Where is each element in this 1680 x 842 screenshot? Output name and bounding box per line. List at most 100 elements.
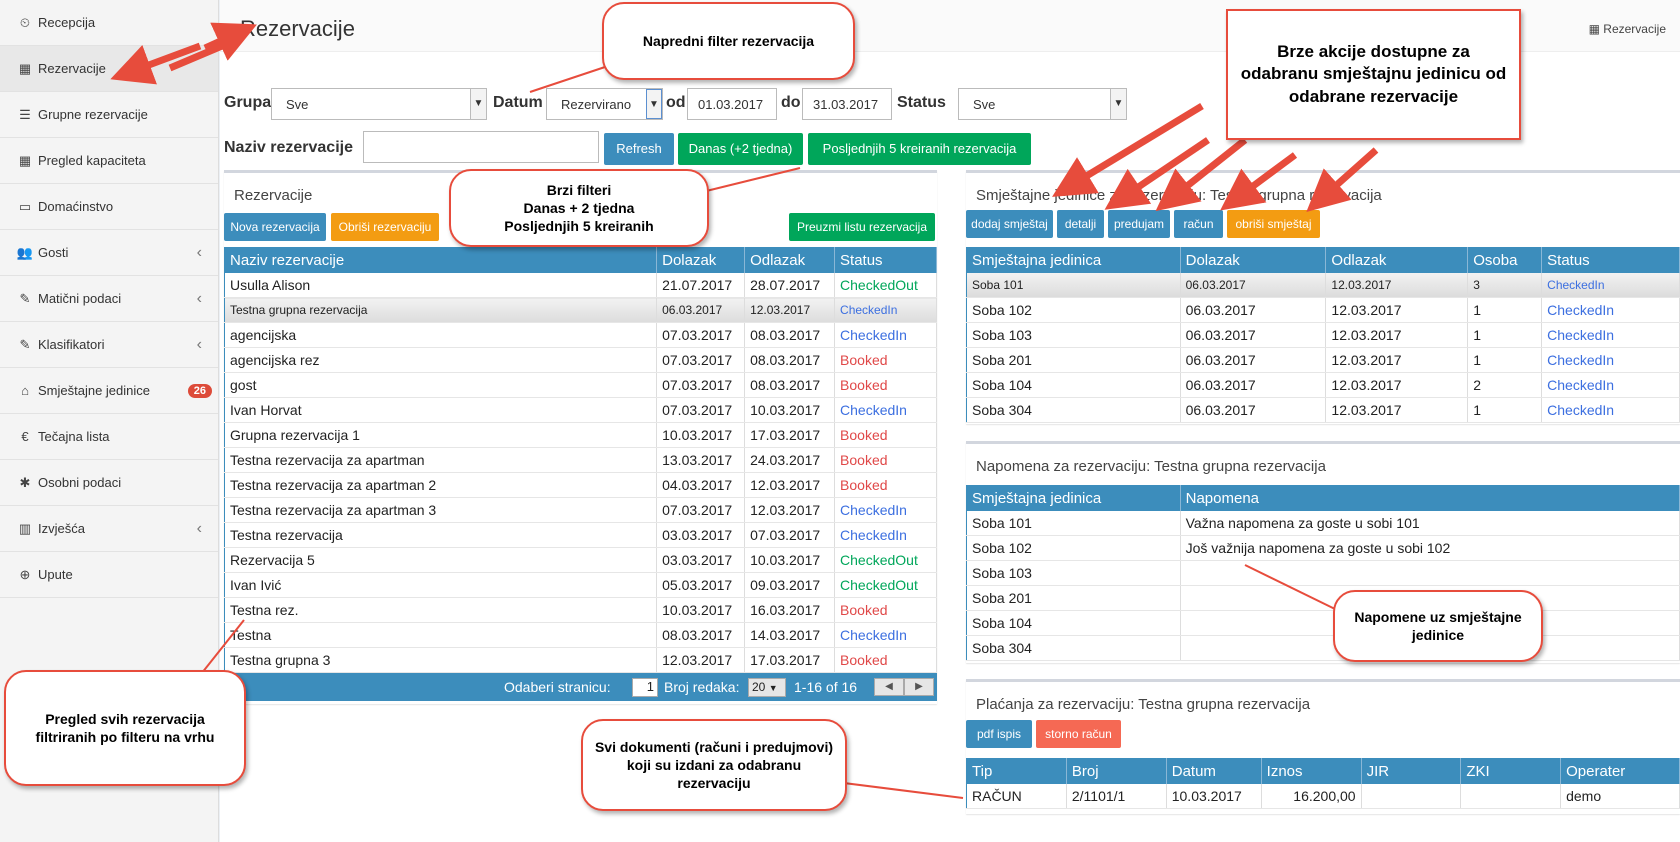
cell-name: agencijska rez: [224, 347, 658, 373]
table-row[interactable]: Testna rezervacija 03.03.2017 07.03.2017 Ch…: [224, 522, 937, 548]
status-select[interactable]: Sve ▼: [958, 88, 1127, 120]
today-filter-button[interactable]: Danas (+2 tjedna): [678, 133, 803, 165]
sidebar-item-smje-tajne-jedinice[interactable]: ⌂ Smještajne jedinice 26: [0, 368, 218, 414]
delete-unit-button[interactable]: obriši smještaj: [1227, 210, 1320, 238]
table-row[interactable]: Testna grupna 3 12.03.2017 17.03.2017 Booke…: [224, 647, 937, 673]
cell-in: 07.03.2017: [656, 372, 746, 398]
table-row[interactable]: Soba 103: [966, 560, 1680, 586]
sidebar-item-mati-ni-podaci[interactable]: ✎ Matični podaci ‹: [0, 276, 218, 322]
cell-status: CheckedIn: [1541, 297, 1680, 323]
reservations-table: Naziv rezervacije Dolazak Odlazak Status Us…: [224, 247, 937, 673]
cell-zki: [1460, 783, 1562, 809]
add-unit-button[interactable]: dodaj smještaj: [966, 210, 1053, 238]
pdf-print-button[interactable]: pdf ispis: [966, 720, 1032, 748]
table-row[interactable]: gost 07.03.2017 08.03.2017 Booked: [224, 372, 937, 398]
cell-persons: 1: [1467, 347, 1543, 373]
cell-name: gost: [224, 372, 658, 398]
table-row[interactable]: Testna grupna rezervacija 06.03.2017 12.03…: [224, 297, 937, 323]
next-page-button[interactable]: ▶: [904, 678, 934, 696]
column-header[interactable]: JIR: [1361, 758, 1462, 784]
breadcrumb[interactable]: ▦ Rezervacije: [1589, 22, 1666, 36]
grupa-select[interactable]: Sve ▼: [271, 88, 487, 120]
sidebar-item-upute[interactable]: ⊕ Upute: [0, 552, 218, 598]
prev-page-button[interactable]: ◀: [874, 678, 904, 696]
last5-filter-button[interactable]: Posljednjih 5 kreiranih rezervacija: [808, 133, 1031, 165]
datum-select[interactable]: Rezervirano ▼: [546, 88, 663, 120]
cell-in: 08.03.2017: [656, 622, 746, 648]
table-row[interactable]: Soba 101 06.03.2017 12.03.2017 3 CheckedIn: [966, 272, 1680, 298]
details-button[interactable]: detalji: [1057, 210, 1104, 238]
column-header[interactable]: Napomena: [1180, 485, 1680, 511]
date-from-input[interactable]: 01.03.2017: [687, 88, 777, 120]
table-row[interactable]: Soba 304 06.03.2017 12.03.2017 1 CheckedIn: [966, 397, 1680, 423]
cell-in: 04.03.2017: [656, 472, 746, 498]
table-row[interactable]: Testna rez. 10.03.2017 16.03.2017 Booked: [224, 597, 937, 623]
od-label: od: [666, 94, 686, 111]
column-header[interactable]: ZKI: [1460, 758, 1562, 784]
table-row[interactable]: agencijska rez 07.03.2017 08.03.2017 Booked: [224, 347, 937, 373]
column-header[interactable]: Dolazak: [1180, 247, 1327, 273]
table-row[interactable]: Soba 101 Važna napomena za goste u sobi 1…: [966, 510, 1680, 536]
table-row[interactable]: Usulla Alison 21.07.2017 28.07.2017 Checked…: [224, 272, 937, 298]
column-header[interactable]: Smještajna jedinica: [966, 485, 1181, 511]
table-row[interactable]: Soba 102 Još važnija napomena za goste u …: [966, 535, 1680, 561]
chevron-left-icon: ‹: [196, 519, 202, 537]
naziv-input[interactable]: [363, 131, 599, 163]
table-row[interactable]: Rezervacija 5 03.03.2017 10.03.2017 Checked…: [224, 547, 937, 573]
sidebar-item-label: Smještajne jedinice: [38, 383, 151, 398]
table-row[interactable]: Testna 08.03.2017 14.03.2017 CheckedIn: [224, 622, 937, 648]
storno-invoice-button[interactable]: storno račun: [1036, 720, 1121, 748]
sidebar-item-gosti[interactable]: 👥 Gosti ‹: [0, 230, 218, 276]
sidebar-item-doma-instvo[interactable]: ▭ Domaćinstvo: [0, 184, 218, 230]
column-header[interactable]: Status: [1541, 247, 1680, 273]
table-row[interactable]: Grupna rezervacija 1 10.03.2017 17.03.2017…: [224, 422, 937, 448]
page-input[interactable]: 1: [632, 678, 658, 697]
callout-filter: Napredni filter rezervacija: [602, 2, 855, 80]
sidebar-item-osobni-podaci[interactable]: ✱ Osobni podaci: [0, 460, 218, 506]
column-header[interactable]: Osoba: [1467, 247, 1543, 273]
chevron-left-icon: ‹: [196, 289, 202, 307]
table-row[interactable]: Soba 102 06.03.2017 12.03.2017 1 CheckedIn: [966, 297, 1680, 323]
table-row[interactable]: Ivan Horvat 07.03.2017 10.03.2017 CheckedIn: [224, 397, 937, 423]
column-header[interactable]: Naziv rezervacije: [224, 247, 658, 273]
table-row[interactable]: Soba 104 06.03.2017 12.03.2017 2 CheckedIn: [966, 372, 1680, 398]
sidebar-item-te-ajna-lista[interactable]: € Tečajna lista: [0, 414, 218, 460]
table-row[interactable]: Soba 103 06.03.2017 12.03.2017 1 CheckedIn: [966, 322, 1680, 348]
table-row[interactable]: RAČUN 2/1101/1 10.03.2017 16.200,00 demo: [966, 783, 1680, 809]
table-row[interactable]: agencijska 07.03.2017 08.03.2017 CheckedIn: [224, 322, 937, 348]
table-row[interactable]: Soba 304: [966, 635, 1680, 661]
sidebar-item-rezervacije[interactable]: ▦ Rezervacije: [0, 46, 218, 92]
sidebar-item-pregled-kapaciteta[interactable]: ▦ Pregled kapaciteta: [0, 138, 218, 184]
table-row[interactable]: Soba 201: [966, 585, 1680, 611]
column-header[interactable]: Odlazak: [1325, 247, 1469, 273]
table-row[interactable]: Testna rezervacija za apartman 3 07.03.20…: [224, 497, 937, 523]
table-row[interactable]: Soba 201 06.03.2017 12.03.2017 1 CheckedIn: [966, 347, 1680, 373]
delete-reservation-button[interactable]: Obriši rezervaciju: [331, 213, 439, 241]
table-row[interactable]: Testna rezervacija za apartman 2 04.03.20…: [224, 472, 937, 498]
column-header[interactable]: Operater: [1560, 758, 1680, 784]
column-header[interactable]: Smještajna jedinica: [966, 247, 1181, 273]
column-header[interactable]: Dolazak: [656, 247, 746, 273]
new-reservation-button[interactable]: Nova rezervacija: [224, 213, 326, 241]
table-row[interactable]: Soba 104: [966, 610, 1680, 636]
cell-in: 12.03.2017: [656, 647, 746, 673]
column-header[interactable]: Tip: [966, 758, 1067, 784]
sidebar-item-klasifikatori[interactable]: ✎ Klasifikatori ‹: [0, 322, 218, 368]
column-header[interactable]: Status: [834, 247, 937, 273]
refresh-button[interactable]: Refresh: [604, 133, 674, 165]
sidebar-item-grupne-rezervacije[interactable]: ☰ Grupne rezervacije: [0, 92, 218, 138]
advance-payment-button[interactable]: predujam: [1108, 210, 1170, 238]
column-header[interactable]: Broj: [1066, 758, 1167, 784]
cell-status: CheckedIn: [834, 622, 937, 648]
table-row[interactable]: Testna rezervacija za apartman 13.03.2017…: [224, 447, 937, 473]
column-header[interactable]: Odlazak: [744, 247, 836, 273]
sidebar-item-izvje-a[interactable]: ▥ Izvješća ‹: [0, 506, 218, 552]
date-to-input[interactable]: 31.03.2017: [802, 88, 892, 120]
column-header[interactable]: Iznos: [1261, 758, 1362, 784]
download-list-button[interactable]: Preuzmi listu rezervacija: [789, 213, 935, 241]
table-row[interactable]: Ivan Ivić 05.03.2017 09.03.2017 CheckedOut: [224, 572, 937, 598]
sidebar-item-recepcija[interactable]: ⏲ Recepcija: [0, 0, 218, 46]
invoice-button[interactable]: račun: [1174, 210, 1223, 238]
column-header[interactable]: Datum: [1166, 758, 1262, 784]
rows-select[interactable]: 20 ▼: [748, 678, 786, 697]
